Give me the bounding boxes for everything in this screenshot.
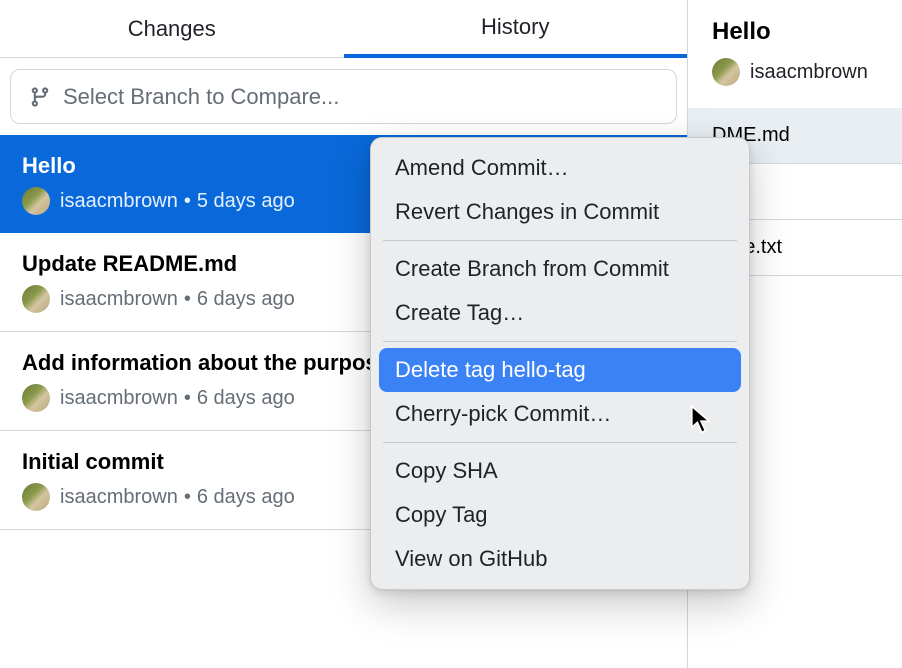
avatar	[22, 285, 50, 313]
commit-author: isaacmbrown	[60, 486, 178, 509]
menu-item[interactable]: View on GitHub	[379, 537, 741, 581]
git-branch-icon	[29, 86, 51, 108]
commit-time: 6 days ago	[197, 486, 295, 509]
commit-detail-author-name: isaacmbrown	[750, 61, 868, 84]
tab-changes[interactable]: Changes	[0, 0, 344, 58]
menu-item[interactable]: Revert Changes in Commit	[379, 190, 741, 234]
commit-time: 6 days ago	[197, 387, 295, 410]
menu-item[interactable]: Create Branch from Commit	[379, 247, 741, 291]
commit-detail-header: Hello isaacmbrown	[688, 0, 902, 98]
commit-detail-title: Hello	[712, 18, 878, 46]
context-menu: Amend Commit…Revert Changes in Commit Cre…	[370, 137, 750, 590]
tab-changes-label: Changes	[128, 16, 216, 42]
menu-item[interactable]: Copy SHA	[379, 449, 741, 493]
meta-separator: •	[184, 288, 191, 311]
menu-item[interactable]: Copy Tag	[379, 493, 741, 537]
commit-author: isaacmbrown	[60, 387, 178, 410]
avatar	[22, 384, 50, 412]
meta-separator: •	[184, 486, 191, 509]
tab-history-label: History	[481, 14, 549, 40]
menu-item[interactable]: Delete tag hello-tag	[379, 348, 741, 392]
commit-author: isaacmbrown	[60, 190, 178, 213]
menu-separator	[383, 341, 737, 342]
menu-separator	[383, 442, 737, 443]
tab-history[interactable]: History	[344, 0, 688, 58]
meta-separator: •	[184, 387, 191, 410]
avatar	[22, 187, 50, 215]
commit-time: 5 days ago	[197, 190, 295, 213]
avatar	[22, 483, 50, 511]
menu-item[interactable]: Amend Commit…	[379, 146, 741, 190]
menu-item[interactable]: Cherry-pick Commit…	[379, 392, 741, 436]
commit-author: isaacmbrown	[60, 288, 178, 311]
commit-time: 6 days ago	[197, 288, 295, 311]
menu-separator	[383, 240, 737, 241]
commit-detail-author: isaacmbrown	[712, 58, 878, 86]
tabs: Changes History	[0, 0, 687, 58]
meta-separator: •	[184, 190, 191, 213]
branch-compare-placeholder: Select Branch to Compare...	[63, 84, 339, 110]
branch-compare-selector[interactable]: Select Branch to Compare...	[10, 69, 677, 124]
avatar	[712, 58, 740, 86]
menu-item[interactable]: Create Tag…	[379, 291, 741, 335]
